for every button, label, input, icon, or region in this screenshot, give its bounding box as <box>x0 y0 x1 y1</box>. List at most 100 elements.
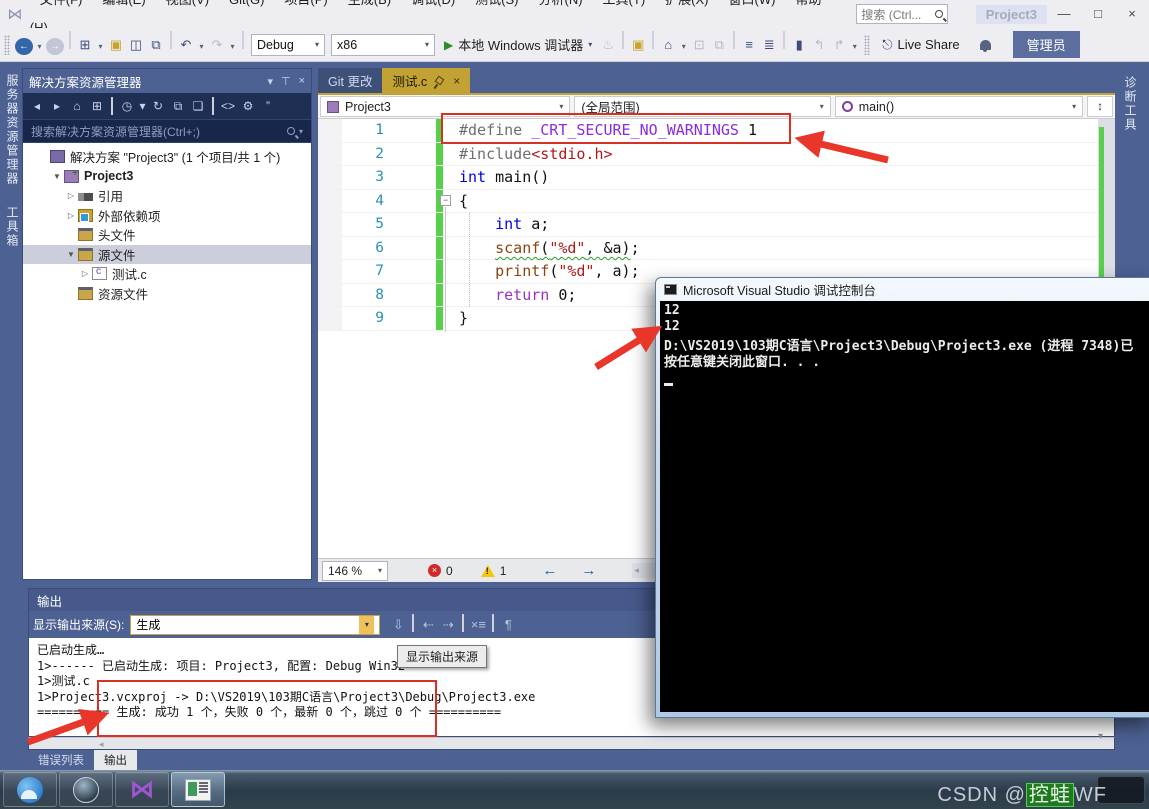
zoom-level-combo[interactable]: 146 % ▾ <box>322 560 388 581</box>
tree-item-测试.c[interactable]: ▷ 测试.c <box>23 264 311 284</box>
unindent-icon[interactable]: ≣ <box>760 34 778 56</box>
console-output[interactable]: 12 12 D:\VS2019\103期C语言\Project3\Debug\Pro… <box>660 301 1149 712</box>
clone-code-icon[interactable]: ⧉ <box>710 34 728 56</box>
new-project-icon[interactable]: ⊞ <box>76 34 94 56</box>
solution-explorer-search-input[interactable]: 搜索解决方案资源管理器(Ctrl+;) ▾ <box>23 119 311 143</box>
tree-expander[interactable]: ▷ <box>65 211 77 220</box>
se-refresh-icon[interactable]: ↻ <box>149 95 167 117</box>
taskbar-button-image-viewer[interactable] <box>59 772 113 807</box>
close-icon[interactable]: × <box>299 75 305 87</box>
se-overflow-icon[interactable]: ” <box>259 95 277 117</box>
se-forward-icon[interactable]: ▸ <box>48 95 66 117</box>
close-icon[interactable]: × <box>453 74 460 88</box>
split-window-button[interactable]: ↕ <box>1087 96 1113 117</box>
code-line-6[interactable]: 6 scanf("%d", &a); <box>318 236 1098 260</box>
tree-expander[interactable]: ▷ <box>79 269 91 278</box>
window-position-icon[interactable]: ▾ <box>267 75 273 88</box>
menu-扩展(X)[interactable]: 扩展(X) <box>655 0 718 7</box>
quick-search-input[interactable]: 搜索 (Ctrl... <box>856 4 948 24</box>
out-prev-message-icon[interactable]: ⇠ <box>419 614 437 636</box>
live-share-button[interactable]: ⎋ Live Share <box>874 37 967 53</box>
configuration-combo[interactable]: Debug ▾ <box>251 33 325 56</box>
tree-expander[interactable]: ▷ <box>65 191 77 200</box>
close-button[interactable]: × <box>1115 1 1149 27</box>
forward-icon[interactable]: → <box>46 38 64 56</box>
menu-视图(V)[interactable]: 视图(V) <box>156 0 219 7</box>
box-selection-icon[interactable]: ⊡ <box>690 34 708 56</box>
tree-item-外部依赖项[interactable]: ▷ 外部依赖项 <box>23 206 311 226</box>
breakpoint-gutter[interactable] <box>318 260 342 283</box>
prev-bookmark-icon[interactable]: ↰ <box>810 34 828 56</box>
se-home-icon[interactable]: ⌂ <box>68 95 86 117</box>
home-caret-icon[interactable]: ▾ <box>679 36 688 58</box>
tree-item-资源文件[interactable]: 资源文件 <box>23 284 311 304</box>
start-debugging-button[interactable]: ▶ 本地 Windows 调试器 ▾ <box>438 35 598 54</box>
scroll-down-icon[interactable]: ▾ <box>1098 731 1103 742</box>
toolbar-grip[interactable] <box>864 34 871 55</box>
debug-console-window[interactable]: Microsoft Visual Studio 调试控制台 12 12 D:\VS2… <box>655 277 1149 718</box>
breakpoint-gutter[interactable] <box>318 119 342 142</box>
new-caret-icon[interactable]: ▾ <box>96 36 105 58</box>
se-back-icon[interactable]: ◂ <box>28 95 46 117</box>
undo-icon[interactable]: ↶ <box>177 34 195 56</box>
scroll-left-icon[interactable]: ◂ <box>634 565 639 576</box>
find-in-files-icon[interactable]: ▣ <box>629 34 647 56</box>
pin-icon[interactable] <box>434 75 445 86</box>
side-tab-诊断工具[interactable]: 诊断工具 <box>1118 66 1143 142</box>
output-horizontal-scrollbar[interactable]: ◂ <box>28 737 1115 750</box>
se-switch-views-icon[interactable]: ⊞ <box>88 95 106 117</box>
collapse-region-toggle[interactable]: − <box>440 195 451 206</box>
error-count[interactable]: 0 <box>446 564 453 578</box>
pin-icon[interactable]: ⊤ <box>281 75 291 88</box>
hot-reload-icon[interactable]: ♨ <box>599 34 617 56</box>
warning-count-icon[interactable] <box>480 564 495 577</box>
navigate-forward-icon[interactable]: → <box>581 562 596 579</box>
menu-文件(F)[interactable]: 文件(F) <box>30 0 93 7</box>
redo-icon[interactable]: ↷ <box>208 34 226 56</box>
breakpoint-gutter[interactable] <box>318 213 342 236</box>
output-source-combo[interactable]: 生成 ▾ <box>130 614 381 635</box>
tree-item-头文件[interactable]: 头文件 <box>23 225 311 245</box>
warning-count[interactable]: 1 <box>500 564 507 578</box>
open-file-icon[interactable]: ▣ <box>107 34 125 56</box>
out-next-message-icon[interactable]: ⇢ <box>439 614 457 636</box>
se-pending-caret-icon[interactable]: ▾ <box>138 95 147 117</box>
breakpoint-gutter[interactable] <box>318 189 342 212</box>
menu-调试(D)[interactable]: 调试(D) <box>401 0 465 7</box>
tab-source-file[interactable]: 测试.c × <box>382 68 471 93</box>
back-icon[interactable]: ← <box>15 38 33 56</box>
taskbar-button-console-app[interactable] <box>171 772 225 807</box>
breakpoint-gutter[interactable] <box>318 283 342 306</box>
feedback-project-button[interactable]: Project3 <box>975 4 1047 24</box>
indent-icon[interactable]: ≡ <box>740 34 758 56</box>
next-bookmark-icon[interactable]: ↱ <box>830 34 848 56</box>
se-pending-changes-icon[interactable]: ◷ <box>118 95 136 117</box>
solution-explorer-title-bar[interactable]: 解决方案资源管理器 ▾ ⊤ × <box>23 69 311 93</box>
bookmark-icon[interactable]: ▮ <box>790 34 808 56</box>
back-caret-icon[interactable]: ▾ <box>35 36 44 58</box>
tab-git-changes[interactable]: Git 更改 <box>318 68 383 93</box>
menu-分析(N)[interactable]: 分析(N) <box>529 0 593 7</box>
undo-caret-icon[interactable]: ▾ <box>197 36 206 58</box>
breakpoint-gutter[interactable] <box>318 166 342 189</box>
code-line-5[interactable]: 5 int a; <box>318 213 1098 237</box>
breakpoint-gutter[interactable] <box>318 142 342 165</box>
redo-caret-icon[interactable]: ▾ <box>228 36 237 58</box>
code-line-2[interactable]: 2 #include<stdio.h> <box>318 142 1098 166</box>
se-collapse-all-icon[interactable]: ⧉ <box>169 95 187 117</box>
breakpoint-gutter[interactable] <box>318 307 342 330</box>
bottom-tab-错误列表[interactable]: 错误列表 <box>28 750 94 770</box>
member-dropdown[interactable]: main() ▾ <box>834 96 1084 117</box>
menu-Git(G)[interactable]: Git(G) <box>219 0 274 7</box>
code-line-4[interactable]: 4{ <box>318 189 1098 213</box>
breakpoint-gutter[interactable] <box>318 236 342 259</box>
menu-生成(B)[interactable]: 生成(B) <box>338 0 401 7</box>
menu-窗口(W)[interactable]: 窗口(W) <box>719 0 786 7</box>
tree-item-Project3[interactable]: ▼ Project3 <box>23 167 311 187</box>
minimize-button[interactable]: — <box>1047 1 1081 27</box>
toolbar-grip[interactable] <box>4 34 10 55</box>
platform-combo[interactable]: x86 ▾ <box>331 33 435 56</box>
tree-item-引用[interactable]: ▷ 引用 <box>23 186 311 206</box>
tree-item-源文件[interactable]: ▼ 源文件 <box>23 244 311 264</box>
taskbar-button-qq-browser[interactable] <box>3 772 57 807</box>
